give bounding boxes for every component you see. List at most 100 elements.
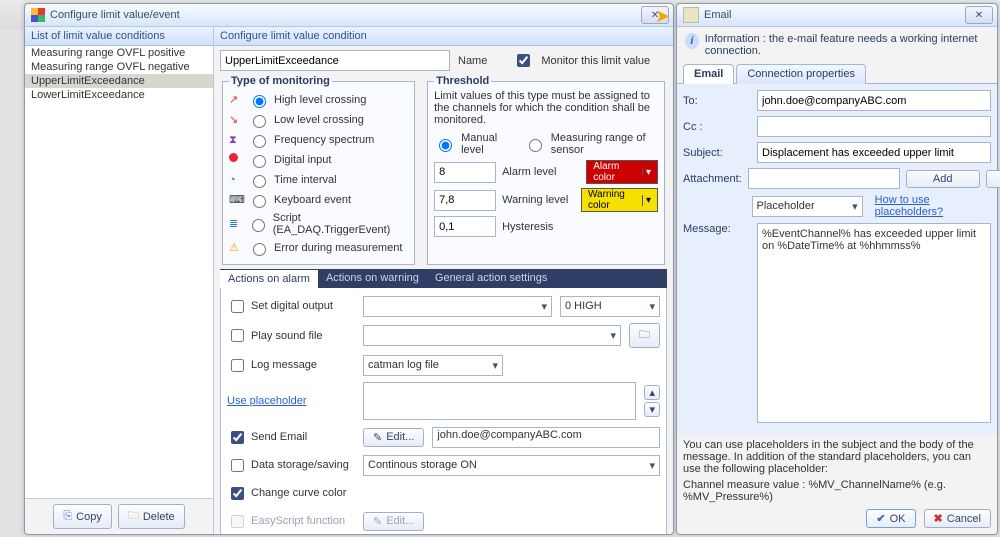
tab-email[interactable]: Email bbox=[683, 64, 734, 84]
conditions-header: List of limit value conditions bbox=[25, 27, 213, 46]
script-icon: ≣ bbox=[229, 217, 242, 231]
add-attachment-button[interactable]: Add bbox=[906, 170, 980, 188]
threshold-note: Limit values of this type must be assign… bbox=[434, 90, 658, 126]
log-target-select[interactable]: catman log file▾ bbox=[363, 355, 503, 376]
tab-general-settings[interactable]: General action settings bbox=[427, 269, 556, 288]
message-textarea[interactable]: %EventChannel% has exceeded upper limit … bbox=[757, 223, 991, 423]
radio-error[interactable] bbox=[253, 243, 266, 256]
condition-config-panel: Configure limit value condition Name Mon… bbox=[214, 27, 673, 534]
chevron-down-icon: ▾ bbox=[610, 329, 616, 342]
warning-color-picker[interactable]: Warning color▾ bbox=[581, 188, 658, 212]
footer-note-2: Channel measure value : %MV_ChannelName%… bbox=[677, 475, 997, 503]
radio-high-level[interactable] bbox=[253, 95, 266, 108]
email-address-display: john.doe@companyABC.com bbox=[432, 427, 660, 448]
hysteresis-input[interactable] bbox=[434, 216, 496, 237]
radio-time[interactable] bbox=[253, 175, 266, 188]
chk-play-sound[interactable] bbox=[231, 329, 244, 342]
browse-sound-button[interactable]: 🗀 bbox=[629, 323, 660, 348]
subject-input[interactable] bbox=[757, 142, 991, 163]
radio-keyboard[interactable] bbox=[253, 195, 266, 208]
tab-actions-warning[interactable]: Actions on warning bbox=[318, 269, 427, 288]
chk-change-curve-color[interactable] bbox=[231, 487, 244, 500]
radio-script[interactable] bbox=[252, 219, 265, 232]
pencil-icon: ✎ bbox=[373, 431, 382, 444]
log-message-text[interactable] bbox=[363, 382, 636, 420]
email-form: To: Cc : Subject: Attachment: Add Clear … bbox=[677, 84, 997, 435]
titlebar[interactable]: Email ✕ bbox=[677, 4, 997, 27]
alarm-level-input[interactable] bbox=[434, 162, 496, 183]
chevron-down-icon: ▾ bbox=[642, 195, 651, 206]
radio-manual-level[interactable] bbox=[439, 139, 452, 152]
tab-connection[interactable]: Connection properties bbox=[736, 64, 866, 84]
info-icon: i bbox=[685, 33, 699, 49]
x-icon: ✖ bbox=[934, 512, 943, 525]
action-tabs: Actions on alarm Actions on warning Gene… bbox=[220, 269, 667, 288]
list-item[interactable]: LowerLimitExceedance bbox=[25, 88, 213, 102]
folder-icon: 🗀 bbox=[128, 507, 139, 526]
conditions-panel: List of limit value conditions Measuring… bbox=[25, 27, 214, 534]
delete-button[interactable]: 🗀 Delete bbox=[118, 504, 185, 529]
tab-actions-alarm[interactable]: Actions on alarm bbox=[220, 269, 318, 288]
radio-low-level[interactable] bbox=[253, 115, 266, 128]
ok-button[interactable]: ✔OK bbox=[866, 509, 915, 528]
alarm-color-picker[interactable]: Alarm color▾ bbox=[586, 160, 658, 184]
name-label: Name bbox=[458, 55, 487, 67]
list-item[interactable]: UpperLimitExceedance bbox=[25, 74, 213, 88]
email-window: Email ✕ i Information : the e-mail featu… bbox=[676, 3, 998, 535]
check-icon: ✔ bbox=[876, 512, 885, 525]
threshold-legend: Threshold bbox=[434, 75, 491, 87]
clear-attachments-button[interactable]: Clear all bbox=[986, 170, 1000, 188]
pointer-icon: ➤ bbox=[655, 6, 670, 27]
pencil-icon: ✎ bbox=[373, 515, 382, 528]
warning-icon: ⚠ bbox=[229, 241, 243, 255]
copy-button[interactable]: ⎘ Copy bbox=[53, 504, 112, 529]
data-storage-select[interactable]: Continous storage ON▾ bbox=[363, 455, 660, 476]
digital-output-state-select[interactable]: 0 HIGH▾ bbox=[560, 296, 660, 317]
sound-file-select[interactable]: ▾ bbox=[363, 325, 621, 346]
chevron-down-icon: ▾ bbox=[642, 167, 651, 178]
close-icon[interactable]: ✕ bbox=[965, 6, 993, 24]
chevron-down-icon: ▾ bbox=[492, 359, 498, 372]
config-header: Configure limit value condition bbox=[214, 27, 673, 46]
monitor-label: Monitor this limit value bbox=[541, 55, 650, 67]
to-input[interactable] bbox=[757, 90, 991, 111]
radio-measuring-range[interactable] bbox=[529, 139, 542, 152]
email-tabs: Email Connection properties bbox=[677, 63, 997, 84]
digital-output-select[interactable]: ▾ bbox=[363, 296, 552, 317]
radio-frequency[interactable] bbox=[253, 135, 266, 148]
warning-level-input[interactable] bbox=[434, 190, 496, 211]
info-text: Information : the e-mail feature needs a… bbox=[705, 33, 989, 57]
chk-set-digital-output[interactable] bbox=[231, 300, 244, 313]
list-item[interactable]: Measuring range OVFL negative bbox=[25, 60, 213, 74]
type-of-monitoring-group: Type of monitoring ↗High level crossing … bbox=[222, 75, 415, 265]
high-icon: ↗ bbox=[229, 93, 243, 107]
edit-email-button[interactable]: ✎Edit... bbox=[363, 428, 424, 447]
titlebar[interactable]: Configure limit value/event ➤ ✕ bbox=[25, 4, 673, 27]
threshold-group: Threshold Limit values of this type must… bbox=[427, 75, 665, 265]
chk-send-email[interactable] bbox=[231, 431, 244, 444]
conditions-list[interactable]: Measuring range OVFL positive Measuring … bbox=[25, 46, 213, 498]
radio-digital[interactable] bbox=[253, 155, 266, 168]
spin-up-icon[interactable]: ▴ bbox=[644, 385, 660, 400]
chevron-down-icon: ▾ bbox=[852, 200, 858, 213]
chk-log-message[interactable] bbox=[231, 359, 244, 372]
chevron-down-icon: ▾ bbox=[649, 300, 655, 313]
attachment-input[interactable] bbox=[748, 168, 900, 189]
monitor-checkbox[interactable] bbox=[517, 54, 530, 67]
chk-data-storage[interactable] bbox=[231, 459, 244, 472]
spin-down-icon[interactable]: ▾ bbox=[644, 402, 660, 417]
footer-note-1: You can use placeholders in the subject … bbox=[677, 435, 997, 475]
placeholder-select[interactable]: Placeholder▾ bbox=[752, 196, 863, 217]
digital-icon bbox=[229, 153, 243, 167]
howto-placeholders-link[interactable]: How to use placeholders? bbox=[875, 194, 991, 218]
condition-name-input[interactable] bbox=[220, 50, 450, 71]
list-item[interactable]: Measuring range OVFL positive bbox=[25, 46, 213, 60]
low-icon: ↘ bbox=[229, 113, 243, 127]
chk-easyscript bbox=[231, 515, 244, 528]
cc-input[interactable] bbox=[757, 116, 991, 137]
app-icon bbox=[31, 8, 45, 22]
cancel-button[interactable]: ✖Cancel bbox=[924, 509, 991, 528]
configure-limit-window: Configure limit value/event ➤ ✕ List of … bbox=[24, 3, 674, 535]
use-placeholder-link[interactable]: Use placeholder bbox=[227, 395, 307, 407]
copy-icon: ⎘ bbox=[63, 510, 72, 523]
